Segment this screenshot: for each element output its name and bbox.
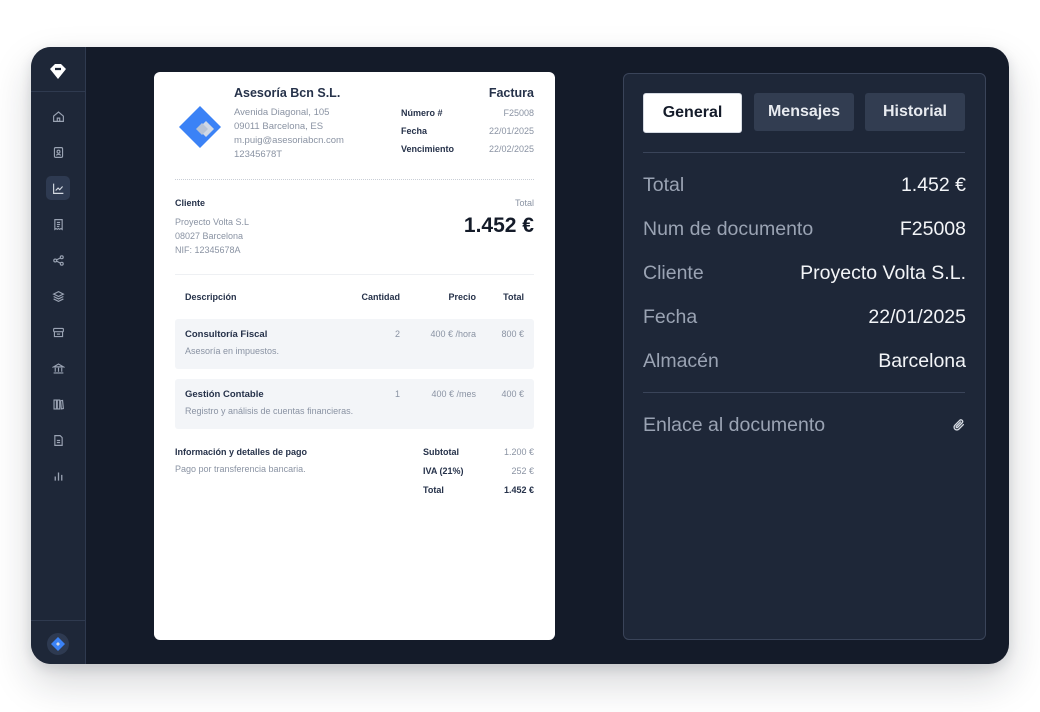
meta-due-value: 22/02/2025 [488,144,534,154]
divider [175,179,534,180]
row-item-name: Gestión Contable [185,389,264,400]
field-warehouse-value: Barcelona [878,350,966,372]
vat-label: IVA (21%) [423,466,464,476]
client-name: Proyecto Volta S.L [175,217,250,227]
company-address-1: Avenida Diagonal, 105 [234,107,330,118]
sidebar [31,47,86,664]
row-item-price: 400 € /hora [430,329,476,339]
row-item-description: Asesoría en impuestos. [185,346,280,356]
document-title: Factura [488,86,534,100]
nav-pos[interactable] [46,320,70,344]
nav-home[interactable] [46,104,70,128]
company-taxid: 12345678T [234,149,283,160]
company-address-2: 09011 Barcelona, ES [234,121,324,132]
row-item-quantity: 2 [394,329,400,339]
details-panel: General Mensajes Historial Total 1.452 €… [623,73,986,640]
col-header-price: Precio [448,292,476,302]
nav-documents[interactable] [46,428,70,452]
tab-history[interactable]: Historial [865,93,965,131]
field-total-value: 1.452 € [900,174,966,196]
row-item-total: 800 € [501,329,524,339]
nav-bank[interactable] [46,356,70,380]
chart-line-icon [52,183,63,194]
row-item-total: 400 € [501,389,524,399]
invoice-document: Asesoría Bcn S.L. Avenida Diagonal, 105 … [154,72,555,640]
document-icon [53,434,63,446]
nav-invoices[interactable] [46,212,70,236]
share-icon [52,254,64,266]
meta-number-label: Número # [401,108,443,118]
bar-chart-icon [54,471,62,481]
divider [643,152,965,153]
app-logo-icon[interactable] [46,60,70,84]
bank-icon [51,362,65,374]
summary-total-value: 1.452 € [503,485,534,495]
vat-value: 252 € [511,466,534,476]
row-item-description: Registro y análisis de cuentas financier… [185,406,354,416]
total-label: Total [514,198,534,208]
subtotal-label: Subtotal [423,447,459,457]
field-client-label: Cliente [643,262,704,284]
meta-due-label: Vencimiento [401,144,455,154]
client-city: 08027 Barcelona [175,231,244,241]
paperclip-icon[interactable] [952,418,966,432]
field-date-label: Fecha [643,306,698,328]
contacts-icon [53,146,63,158]
field-client-value: Proyecto Volta S.L. [800,262,966,284]
col-header-description: Descripción [185,292,237,302]
subtotal-value: 1.200 € [503,447,534,457]
col-header-quantity: Cantidad [361,292,400,302]
document-link[interactable]: Enlace al documento [643,414,825,437]
meta-date-value: 22/01/2025 [488,126,534,136]
payment-heading: Información y detalles de pago [175,447,308,457]
col-header-total: Total [503,292,524,302]
nav-products[interactable] [46,284,70,308]
field-date-value: 22/01/2025 [868,306,966,328]
tab-general[interactable]: General [643,93,742,133]
cash-register-icon [52,327,64,337]
client-nif: NIF: 12345678A [175,245,241,255]
tab-messages[interactable]: Mensajes [754,93,854,131]
client-heading: Cliente [175,198,206,208]
field-warehouse-label: Almacén [643,350,719,372]
field-total-label: Total [643,174,685,196]
home-icon [52,110,64,122]
field-docnum-value: F25008 [899,218,966,240]
row-item-name: Consultoría Fiscal [185,329,268,340]
meta-number-value: F25008 [503,108,534,118]
nav-analytics[interactable] [46,176,70,200]
company-name: Asesoría Bcn S.L. [234,86,341,100]
receipt-icon [53,218,63,230]
avatar[interactable] [47,633,69,655]
divider [175,274,534,275]
books-icon [52,398,64,410]
layers-icon [51,290,65,302]
payment-text: Pago por transferencia bancaria. [175,464,306,474]
row-item-price: 400 € /mes [431,389,476,399]
company-logo-icon [179,106,221,148]
divider [643,392,965,393]
app-window: Asesoría Bcn S.L. Avenida Diagonal, 105 … [31,47,1009,664]
row-item-quantity: 1 [394,389,400,399]
company-email: m.puig@asesoriabcn.com [234,135,344,146]
nav-books[interactable] [46,392,70,416]
meta-date-label: Fecha [401,126,428,136]
nav-reports[interactable] [46,464,70,488]
nav-share[interactable] [46,248,70,272]
nav-contacts[interactable] [46,140,70,164]
summary-total-label: Total [423,485,444,495]
total-amount: 1.452 € [463,214,534,237]
field-docnum-label: Num de documento [643,218,814,240]
